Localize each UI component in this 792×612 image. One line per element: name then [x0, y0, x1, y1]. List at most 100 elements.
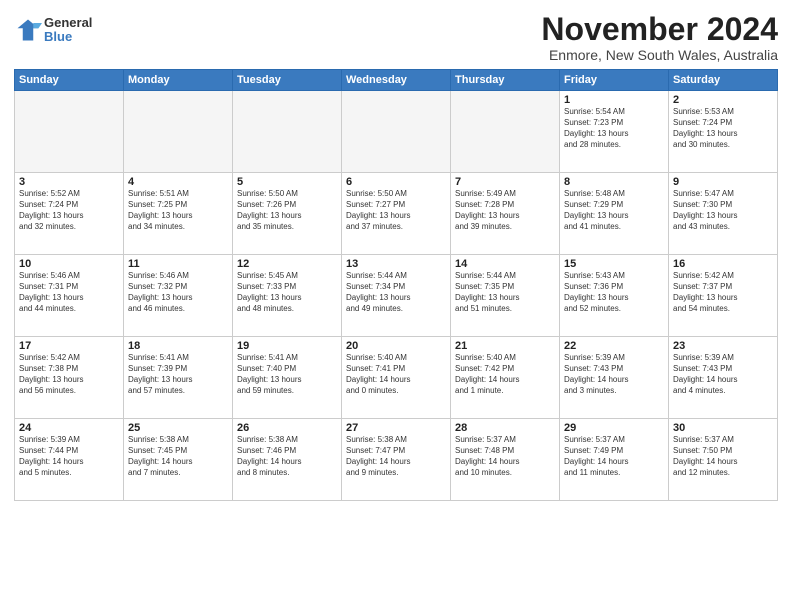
calendar-cell: 19Sunrise: 5:41 AMSunset: 7:40 PMDayligh…	[233, 337, 342, 419]
day-number: 12	[237, 258, 337, 270]
calendar-cell: 26Sunrise: 5:38 AMSunset: 7:46 PMDayligh…	[233, 419, 342, 501]
day-info: Sunrise: 5:42 AMSunset: 7:38 PMDaylight:…	[19, 353, 119, 396]
day-number: 28	[455, 422, 555, 434]
calendar-cell: 27Sunrise: 5:38 AMSunset: 7:47 PMDayligh…	[342, 419, 451, 501]
week-row-2: 3Sunrise: 5:52 AMSunset: 7:24 PMDaylight…	[15, 173, 778, 255]
day-number: 3	[19, 176, 119, 188]
day-number: 17	[19, 340, 119, 352]
day-number: 4	[128, 176, 228, 188]
day-number: 9	[673, 176, 773, 188]
calendar-cell: 29Sunrise: 5:37 AMSunset: 7:49 PMDayligh…	[560, 419, 669, 501]
calendar-cell: 4Sunrise: 5:51 AMSunset: 7:25 PMDaylight…	[124, 173, 233, 255]
calendar-cell: 25Sunrise: 5:38 AMSunset: 7:45 PMDayligh…	[124, 419, 233, 501]
calendar-cell: 23Sunrise: 5:39 AMSunset: 7:43 PMDayligh…	[669, 337, 778, 419]
day-number: 15	[564, 258, 664, 270]
day-number: 24	[19, 422, 119, 434]
calendar-cell	[15, 91, 124, 173]
day-info: Sunrise: 5:39 AMSunset: 7:43 PMDaylight:…	[673, 353, 773, 396]
week-row-1: 1Sunrise: 5:54 AMSunset: 7:23 PMDaylight…	[15, 91, 778, 173]
month-title: November 2024	[541, 12, 778, 47]
day-info: Sunrise: 5:41 AMSunset: 7:40 PMDaylight:…	[237, 353, 337, 396]
calendar-cell: 3Sunrise: 5:52 AMSunset: 7:24 PMDaylight…	[15, 173, 124, 255]
col-thursday: Thursday	[451, 70, 560, 91]
calendar-cell: 11Sunrise: 5:46 AMSunset: 7:32 PMDayligh…	[124, 255, 233, 337]
header-row: Sunday Monday Tuesday Wednesday Thursday…	[15, 70, 778, 91]
day-info: Sunrise: 5:44 AMSunset: 7:34 PMDaylight:…	[346, 271, 446, 314]
day-info: Sunrise: 5:46 AMSunset: 7:32 PMDaylight:…	[128, 271, 228, 314]
day-number: 20	[346, 340, 446, 352]
calendar-cell: 15Sunrise: 5:43 AMSunset: 7:36 PMDayligh…	[560, 255, 669, 337]
calendar-cell	[451, 91, 560, 173]
day-number: 26	[237, 422, 337, 434]
day-info: Sunrise: 5:37 AMSunset: 7:48 PMDaylight:…	[455, 435, 555, 478]
calendar-cell: 21Sunrise: 5:40 AMSunset: 7:42 PMDayligh…	[451, 337, 560, 419]
day-number: 5	[237, 176, 337, 188]
calendar-cell: 17Sunrise: 5:42 AMSunset: 7:38 PMDayligh…	[15, 337, 124, 419]
calendar-cell: 13Sunrise: 5:44 AMSunset: 7:34 PMDayligh…	[342, 255, 451, 337]
day-info: Sunrise: 5:50 AMSunset: 7:26 PMDaylight:…	[237, 189, 337, 232]
day-number: 10	[19, 258, 119, 270]
day-info: Sunrise: 5:50 AMSunset: 7:27 PMDaylight:…	[346, 189, 446, 232]
day-info: Sunrise: 5:44 AMSunset: 7:35 PMDaylight:…	[455, 271, 555, 314]
col-saturday: Saturday	[669, 70, 778, 91]
calendar-cell: 28Sunrise: 5:37 AMSunset: 7:48 PMDayligh…	[451, 419, 560, 501]
day-info: Sunrise: 5:37 AMSunset: 7:50 PMDaylight:…	[673, 435, 773, 478]
day-info: Sunrise: 5:47 AMSunset: 7:30 PMDaylight:…	[673, 189, 773, 232]
calendar-cell: 14Sunrise: 5:44 AMSunset: 7:35 PMDayligh…	[451, 255, 560, 337]
day-info: Sunrise: 5:53 AMSunset: 7:24 PMDaylight:…	[673, 107, 773, 150]
day-info: Sunrise: 5:41 AMSunset: 7:39 PMDaylight:…	[128, 353, 228, 396]
day-number: 18	[128, 340, 228, 352]
day-info: Sunrise: 5:38 AMSunset: 7:45 PMDaylight:…	[128, 435, 228, 478]
day-info: Sunrise: 5:38 AMSunset: 7:46 PMDaylight:…	[237, 435, 337, 478]
week-row-4: 17Sunrise: 5:42 AMSunset: 7:38 PMDayligh…	[15, 337, 778, 419]
calendar-cell: 5Sunrise: 5:50 AMSunset: 7:26 PMDaylight…	[233, 173, 342, 255]
logo-blue-text: Blue	[44, 30, 92, 44]
calendar-cell: 10Sunrise: 5:46 AMSunset: 7:31 PMDayligh…	[15, 255, 124, 337]
day-number: 8	[564, 176, 664, 188]
logo-general-text: General	[44, 16, 92, 30]
day-info: Sunrise: 5:39 AMSunset: 7:44 PMDaylight:…	[19, 435, 119, 478]
logo-icon	[14, 16, 42, 44]
col-friday: Friday	[560, 70, 669, 91]
col-monday: Monday	[124, 70, 233, 91]
calendar-cell: 24Sunrise: 5:39 AMSunset: 7:44 PMDayligh…	[15, 419, 124, 501]
day-info: Sunrise: 5:40 AMSunset: 7:42 PMDaylight:…	[455, 353, 555, 396]
day-info: Sunrise: 5:38 AMSunset: 7:47 PMDaylight:…	[346, 435, 446, 478]
day-number: 2	[673, 94, 773, 106]
day-number: 23	[673, 340, 773, 352]
day-info: Sunrise: 5:45 AMSunset: 7:33 PMDaylight:…	[237, 271, 337, 314]
calendar-cell: 9Sunrise: 5:47 AMSunset: 7:30 PMDaylight…	[669, 173, 778, 255]
calendar-cell: 22Sunrise: 5:39 AMSunset: 7:43 PMDayligh…	[560, 337, 669, 419]
day-number: 1	[564, 94, 664, 106]
col-tuesday: Tuesday	[233, 70, 342, 91]
calendar-cell: 1Sunrise: 5:54 AMSunset: 7:23 PMDaylight…	[560, 91, 669, 173]
calendar-cell	[342, 91, 451, 173]
day-number: 11	[128, 258, 228, 270]
day-number: 25	[128, 422, 228, 434]
calendar-cell	[124, 91, 233, 173]
day-info: Sunrise: 5:48 AMSunset: 7:29 PMDaylight:…	[564, 189, 664, 232]
day-info: Sunrise: 5:49 AMSunset: 7:28 PMDaylight:…	[455, 189, 555, 232]
calendar-cell: 2Sunrise: 5:53 AMSunset: 7:24 PMDaylight…	[669, 91, 778, 173]
week-row-5: 24Sunrise: 5:39 AMSunset: 7:44 PMDayligh…	[15, 419, 778, 501]
day-info: Sunrise: 5:51 AMSunset: 7:25 PMDaylight:…	[128, 189, 228, 232]
calendar-cell: 8Sunrise: 5:48 AMSunset: 7:29 PMDaylight…	[560, 173, 669, 255]
day-number: 7	[455, 176, 555, 188]
title-section: November 2024 Enmore, New South Wales, A…	[541, 12, 778, 63]
day-info: Sunrise: 5:40 AMSunset: 7:41 PMDaylight:…	[346, 353, 446, 396]
calendar-cell: 30Sunrise: 5:37 AMSunset: 7:50 PMDayligh…	[669, 419, 778, 501]
calendar-cell: 6Sunrise: 5:50 AMSunset: 7:27 PMDaylight…	[342, 173, 451, 255]
day-number: 16	[673, 258, 773, 270]
col-sunday: Sunday	[15, 70, 124, 91]
day-number: 22	[564, 340, 664, 352]
day-number: 27	[346, 422, 446, 434]
calendar-cell: 12Sunrise: 5:45 AMSunset: 7:33 PMDayligh…	[233, 255, 342, 337]
location: Enmore, New South Wales, Australia	[541, 47, 778, 63]
calendar-container: General Blue November 2024 Enmore, New S…	[0, 0, 792, 612]
day-info: Sunrise: 5:39 AMSunset: 7:43 PMDaylight:…	[564, 353, 664, 396]
logo-text: General Blue	[44, 16, 92, 45]
day-number: 13	[346, 258, 446, 270]
calendar-cell: 20Sunrise: 5:40 AMSunset: 7:41 PMDayligh…	[342, 337, 451, 419]
day-info: Sunrise: 5:46 AMSunset: 7:31 PMDaylight:…	[19, 271, 119, 314]
day-number: 30	[673, 422, 773, 434]
